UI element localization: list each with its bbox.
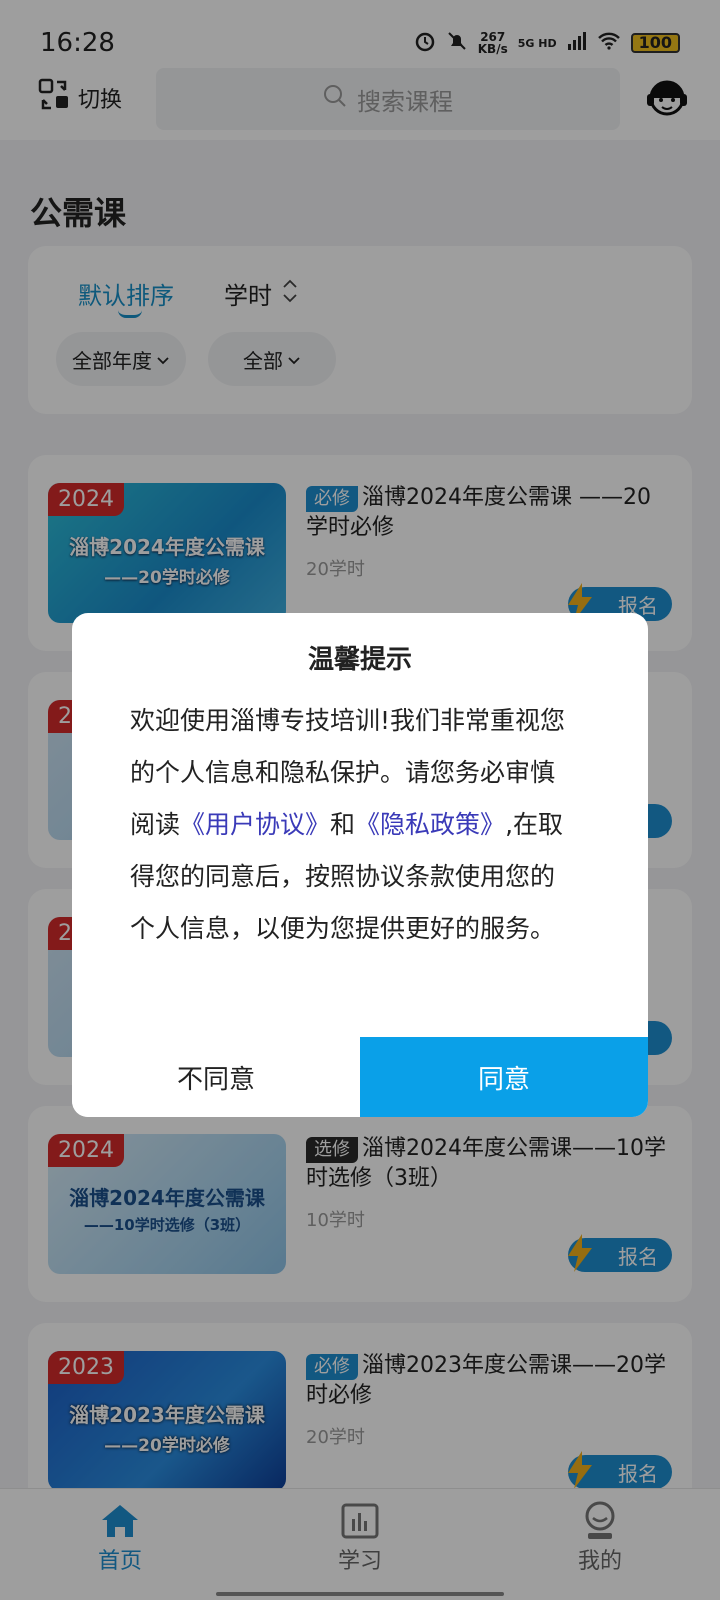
privacy-dialog: 温馨提示 欢迎使用淄博专技培训!我们非常重视您的个人信息和隐私保护。请您务必审慎… (72, 613, 648, 1117)
disagree-button[interactable]: 不同意 (72, 1037, 360, 1117)
dialog-title: 温馨提示 (307, 645, 412, 675)
dialog-body: 欢迎使用淄博专技培训!我们非常重视您的个人信息和隐私保护。请您务必审慎阅读《用户… (130, 695, 570, 955)
user-agreement-link[interactable]: 《用户协议》 (180, 810, 330, 839)
privacy-policy-link[interactable]: 《隐私政策》 (355, 810, 505, 839)
agree-button[interactable]: 同意 (360, 1037, 648, 1117)
dialog-text: 和 (330, 810, 356, 839)
